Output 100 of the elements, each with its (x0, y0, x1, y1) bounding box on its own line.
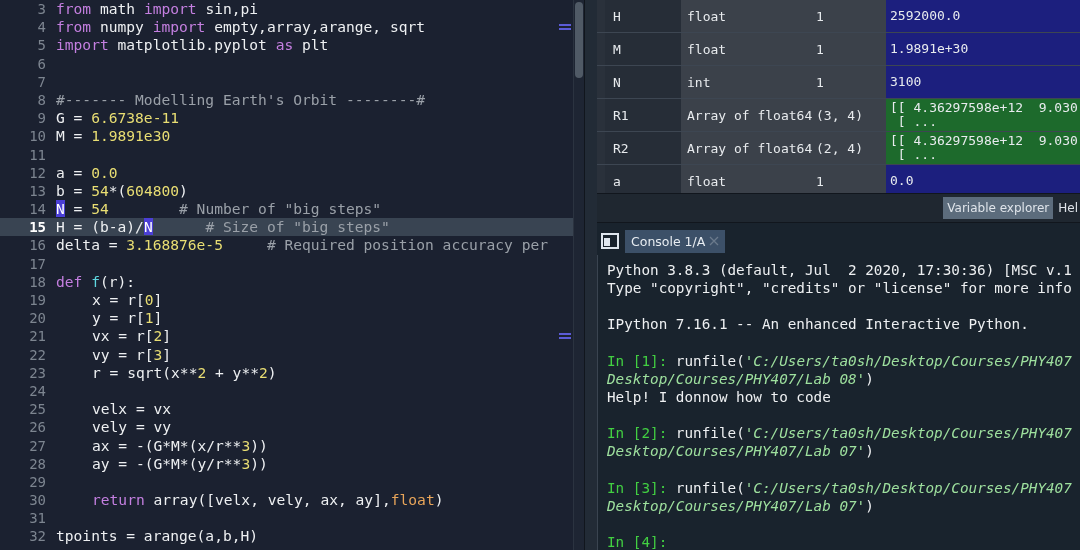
code-text: x = r[ (92, 291, 145, 308)
line-number: 27 (28, 436, 46, 455)
number-literal: 6.6738e-11 (91, 109, 180, 127)
table-cell: 1 (816, 165, 886, 193)
line-number: 14 (28, 200, 46, 219)
number-literal: 1.9891e30 (91, 127, 171, 145)
code-text: runfile( (674, 479, 745, 496)
value-cell: [[ 4.36297598e+12 9.030 [ ... (886, 132, 1080, 164)
code-text: ] (162, 345, 172, 363)
table-cell: float (681, 33, 816, 65)
line-number: 8 (36, 90, 46, 110)
code-text: plt (301, 36, 329, 54)
table-cell: Array of float64 (681, 99, 816, 131)
input-prompt: In [4]: (607, 534, 668, 550)
pane-tab[interactable]: Variable explorer (943, 197, 1054, 219)
number-literal: 54 (91, 200, 110, 218)
value-cell: [[ 4.36297598e+12 9.030 [ ... (886, 99, 1080, 131)
input-prompt: In [3]: (607, 479, 668, 496)
scrollbar[interactable] (573, 0, 584, 550)
line-number: 10 (28, 127, 46, 146)
keyword: return (92, 491, 145, 509)
code-text: Help! I donnow how to code (607, 389, 831, 405)
line-number: 6 (36, 54, 46, 73)
code-comment: # Required position accuracy per (266, 236, 549, 254)
input-prompt: In [1]: (607, 352, 668, 369)
line-number: 13 (28, 181, 46, 201)
code-comment: #------- Modelling Earth's Orbit --------# (56, 90, 426, 108)
number-literal: 3 (241, 436, 251, 454)
string-literal: 'C:/Users/ta0sh/Desktop/Courses/PHY407 (744, 479, 1072, 496)
code-text: + y** (214, 363, 259, 381)
code-text: array([velx, vely, ax, ay], (152, 491, 391, 509)
string-literal: 'C:/Users/ta0sh/Desktop/Courses/PHY407 (744, 352, 1072, 369)
code-text: a = (56, 163, 84, 181)
number-literal: 604800 (126, 181, 180, 199)
line-number: 28 (28, 454, 46, 473)
console-tab[interactable]: Console 1/A (625, 229, 726, 253)
code-text: y = r[ (92, 309, 145, 327)
code-text: vely = vy (92, 418, 172, 436)
code-text: ] (153, 291, 163, 308)
code-text: ] (153, 309, 163, 327)
line-number: 11 (28, 145, 46, 164)
code-text: tpoints = arange(a,b,H) (56, 527, 259, 545)
code-text: empty,array,arange, sqrt (213, 18, 426, 36)
line-number: 9 (36, 109, 46, 128)
table-cell: N (605, 66, 681, 98)
code-text: runfile( (674, 425, 745, 442)
code-text: delta = (56, 236, 119, 254)
keyword: import (56, 36, 109, 54)
line-number: 4 (36, 18, 46, 37)
code-text: H = (b-a)/ (56, 218, 144, 236)
keyword: def (56, 272, 84, 290)
string-literal: Desktop/Courses/PHY407/Lab 08' (607, 370, 866, 387)
value-cell: 2592000.0 (886, 0, 1080, 32)
number-literal: 2 (197, 363, 207, 381)
table-cell: H (605, 0, 681, 32)
line-number: 21 (28, 327, 46, 346)
line-number: 15 (28, 218, 46, 237)
table-cell: float (681, 0, 816, 32)
code-text: vx = r[ (92, 327, 154, 345)
table-cell: R2 (605, 132, 681, 164)
value-cell: 3100 (886, 66, 1080, 98)
table-cell: (2, 4) (816, 132, 886, 164)
table-cell: R1 (605, 99, 681, 131)
table-cell: (3, 4) (816, 99, 886, 131)
line-number: 30 (28, 491, 46, 510)
value-cell: 0.0 (886, 165, 1080, 193)
table-cell: int (681, 66, 816, 98)
code-text: sin,pi (204, 0, 259, 17)
number-literal: 2 (153, 327, 163, 345)
input-prompt: In [2]: (607, 425, 668, 442)
table-cell: M (605, 33, 681, 65)
code-text: = (72, 200, 84, 218)
number-literal: 0.0 (91, 163, 118, 181)
line-number: 20 (28, 309, 46, 328)
table-cell: 1 (816, 66, 886, 98)
table-cell: Array of float64 (681, 132, 816, 164)
keyword: as (275, 36, 294, 54)
code-text: r = sqrt(x** (92, 363, 198, 381)
code-text: runfile( (674, 352, 745, 369)
number-literal: 3 (241, 454, 251, 472)
code-text: numpy (98, 18, 145, 36)
code-text: Type "copyright", "credits" or "license" for more info (607, 280, 1072, 297)
line-number: 16 (28, 236, 46, 255)
table-cell: 1 (816, 0, 886, 32)
number-literal: 0 (144, 291, 154, 308)
code-editor[interactable] (0, 0, 584, 550)
code-text: ) (267, 363, 277, 381)
number-literal: 2 (258, 363, 268, 381)
string-literal: Desktop/Courses/PHY407/Lab 07' (607, 497, 866, 514)
line-number: 24 (28, 381, 46, 401)
line-number: 3 (36, 0, 46, 19)
value-cell: 1.9891e+30 (886, 33, 1080, 65)
line-number: 22 (28, 345, 46, 364)
table-cell: a (605, 165, 681, 193)
pane-tab[interactable]: Hel (1056, 197, 1080, 219)
table-cell: float (681, 165, 816, 193)
line-number: 26 (28, 418, 46, 437)
window-icon[interactable] (601, 232, 619, 250)
tab-label[interactable]: Console 1/A (631, 233, 706, 249)
keyword: from (56, 18, 92, 36)
